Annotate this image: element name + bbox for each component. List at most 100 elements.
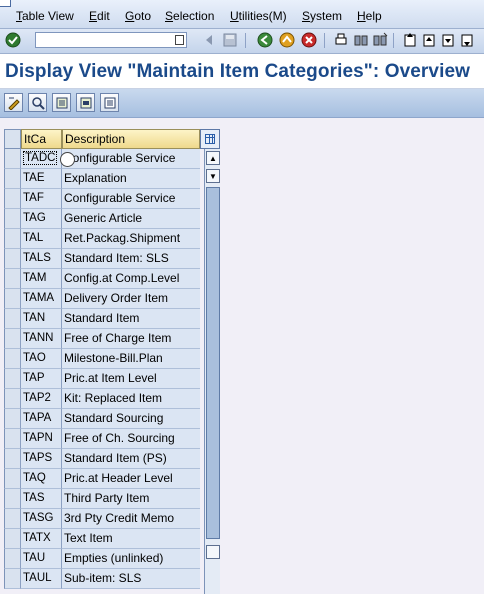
row-selector[interactable] bbox=[4, 429, 21, 449]
row-selector[interactable] bbox=[4, 249, 21, 269]
table-row[interactable]: TAM Config.at Comp.Level bbox=[4, 269, 200, 289]
row-selector[interactable] bbox=[4, 149, 21, 169]
row-selector[interactable] bbox=[4, 229, 21, 249]
last-page-icon[interactable] bbox=[459, 32, 475, 48]
itca-cell: TALS bbox=[21, 249, 62, 269]
table-row[interactable]: TAPA Standard Sourcing bbox=[4, 409, 200, 429]
menu-table-view[interactable]: Table View bbox=[16, 9, 74, 23]
itca-cell: TAPN bbox=[21, 429, 62, 449]
scroll-down-icon[interactable]: ▼ bbox=[206, 169, 220, 183]
table-row[interactable]: TADC Configurable Service bbox=[4, 149, 200, 169]
menu-system[interactable]: System bbox=[302, 9, 342, 23]
itca-cell: TAO bbox=[21, 349, 62, 369]
select-all-rows-cell[interactable] bbox=[4, 129, 21, 149]
exit-icon[interactable] bbox=[279, 32, 295, 48]
scroll-up-icon[interactable]: ▲ bbox=[206, 151, 220, 165]
table-row[interactable]: TAQ Pric.at Header Level bbox=[4, 469, 200, 489]
table-row[interactable]: TALS Standard Item: SLS bbox=[4, 249, 200, 269]
application-toolbar bbox=[0, 89, 484, 118]
menu-edit[interactable]: Edit bbox=[89, 9, 110, 23]
itca-cell: TATX bbox=[21, 529, 62, 549]
command-field[interactable] bbox=[35, 32, 187, 48]
find-next-icon[interactable] bbox=[372, 32, 388, 48]
itca-cell: TAP2 bbox=[21, 389, 62, 409]
menu-help[interactable]: Help bbox=[357, 9, 382, 23]
row-selector[interactable] bbox=[4, 409, 21, 429]
save-icon[interactable] bbox=[222, 32, 238, 48]
row-selector[interactable] bbox=[4, 209, 21, 229]
back-arrow-icon[interactable] bbox=[202, 32, 218, 48]
vertical-scrollbar[interactable]: ▲ ▼ bbox=[204, 149, 220, 594]
row-selector[interactable] bbox=[4, 309, 21, 329]
table-row[interactable]: TASG 3rd Pty Credit Memo bbox=[4, 509, 200, 529]
table-row[interactable]: TAS Third Party Item bbox=[4, 489, 200, 509]
table-row[interactable]: TAN Standard Item bbox=[4, 309, 200, 329]
table-row[interactable]: TAPS Standard Item (PS) bbox=[4, 449, 200, 469]
previous-page-icon[interactable] bbox=[421, 32, 437, 48]
row-selector[interactable] bbox=[4, 289, 21, 309]
row-selector[interactable] bbox=[4, 329, 21, 349]
menu-goto[interactable]: Goto bbox=[125, 9, 151, 23]
table-row[interactable]: TAE Explanation bbox=[4, 169, 200, 189]
enter-icon[interactable] bbox=[5, 32, 21, 48]
scroll-handle[interactable] bbox=[206, 545, 220, 559]
back-icon[interactable] bbox=[257, 32, 273, 48]
row-selector[interactable] bbox=[4, 169, 21, 189]
table-row[interactable]: TANN Free of Charge Item bbox=[4, 329, 200, 349]
row-selector[interactable] bbox=[4, 349, 21, 369]
row-selector[interactable] bbox=[4, 549, 21, 569]
row-selector[interactable] bbox=[4, 389, 21, 409]
row-selector[interactable] bbox=[4, 369, 21, 389]
menu-utilities[interactable]: Utilities(M) bbox=[230, 9, 287, 23]
row-selector[interactable] bbox=[4, 269, 21, 289]
table-row[interactable]: TAF Configurable Service bbox=[4, 189, 200, 209]
title-bar: Display View "Maintain Item Categories":… bbox=[0, 54, 484, 89]
print-icon[interactable] bbox=[333, 32, 349, 48]
description-cell: Standard Item: SLS bbox=[62, 249, 200, 269]
row-selector[interactable] bbox=[4, 489, 21, 509]
table-settings-icon[interactable] bbox=[200, 129, 220, 149]
details-button[interactable] bbox=[28, 93, 47, 112]
column-header-description[interactable]: Description bbox=[62, 129, 200, 149]
row-selector[interactable] bbox=[4, 449, 21, 469]
description-cell: Generic Article bbox=[62, 209, 200, 229]
table-row[interactable]: TAL Ret.Packag.Shipment bbox=[4, 229, 200, 249]
find-icon[interactable] bbox=[353, 32, 369, 48]
table-row[interactable]: TATX Text Item bbox=[4, 529, 200, 549]
itca-cell: TAU bbox=[21, 549, 62, 569]
toolbar-separator bbox=[393, 33, 394, 48]
row-selector[interactable] bbox=[4, 569, 21, 589]
table-row[interactable]: TAUL Sub-item: SLS bbox=[4, 569, 200, 589]
deselect-all-button[interactable] bbox=[100, 93, 119, 112]
table-row[interactable]: TAP Pric.at Item Level bbox=[4, 369, 200, 389]
description-cell: Standard Sourcing bbox=[62, 409, 200, 429]
menu-bar: Table View Edit Goto Selection Utilities… bbox=[0, 0, 484, 29]
first-page-icon[interactable] bbox=[402, 32, 418, 48]
table-row[interactable]: TAPN Free of Ch. Sourcing bbox=[4, 429, 200, 449]
select-block-button[interactable] bbox=[76, 93, 95, 112]
menu-selection[interactable]: Selection bbox=[165, 9, 214, 23]
description-cell: Standard Item (PS) bbox=[62, 449, 200, 469]
row-selector[interactable] bbox=[4, 469, 21, 489]
next-page-icon[interactable] bbox=[440, 32, 456, 48]
description-cell: Standard Item bbox=[62, 309, 200, 329]
column-header-itca[interactable]: ItCa bbox=[21, 129, 62, 149]
cancel-icon[interactable] bbox=[301, 32, 317, 48]
table-row[interactable]: TAMA Delivery Order Item bbox=[4, 289, 200, 309]
row-selector[interactable] bbox=[4, 529, 21, 549]
table-row[interactable]: TAU Empties (unlinked) bbox=[4, 549, 200, 569]
itca-cell: TAN bbox=[21, 309, 62, 329]
description-cell: Empties (unlinked) bbox=[62, 549, 200, 569]
row-selector[interactable] bbox=[4, 189, 21, 209]
page-title: Display View "Maintain Item Categories":… bbox=[5, 61, 471, 82]
select-all-button[interactable] bbox=[52, 93, 71, 112]
description-cell: Third Party Item bbox=[62, 489, 200, 509]
scroll-thumb[interactable] bbox=[206, 187, 220, 539]
display-change-button[interactable] bbox=[4, 93, 23, 112]
window-corner-icon bbox=[0, 0, 11, 7]
row-selector[interactable] bbox=[4, 509, 21, 529]
command-history-icon[interactable] bbox=[175, 35, 184, 45]
table-row[interactable]: TAO Milestone-Bill.Plan bbox=[4, 349, 200, 369]
table-row[interactable]: TAP2 Kit: Replaced Item bbox=[4, 389, 200, 409]
table-row[interactable]: TAG Generic Article bbox=[4, 209, 200, 229]
